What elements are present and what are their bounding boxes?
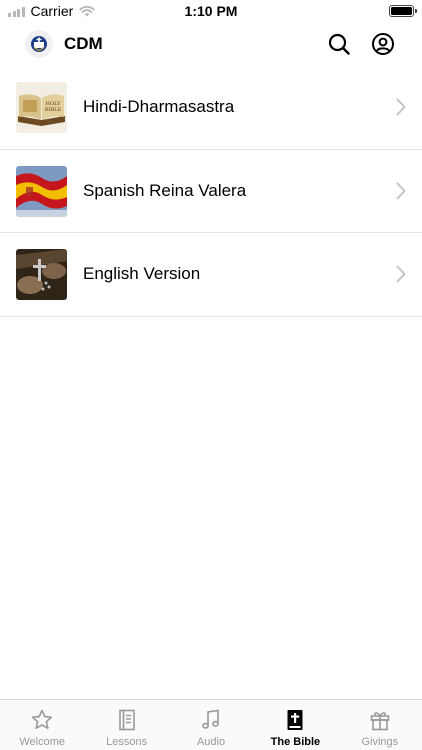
bible-cross-icon [287, 710, 303, 730]
star-icon [32, 709, 53, 729]
book-lessons-icon [118, 709, 135, 731]
app-logo [25, 30, 53, 58]
search-icon[interactable] [327, 32, 351, 56]
account-icon[interactable] [371, 32, 395, 56]
chevron-right-icon [396, 182, 406, 199]
tab-lessons[interactable]: Lessons [84, 700, 168, 750]
status-bar: Carrier 1:10 PM [0, 0, 422, 22]
svg-text:BIBLE: BIBLE [45, 107, 62, 113]
tab-the-bible[interactable]: The Bible [253, 700, 337, 750]
tab-label: Givings [361, 736, 399, 748]
gift-icon [370, 712, 390, 731]
tab-label: Welcome [19, 736, 66, 748]
battery-icon [389, 5, 417, 17]
tab-label: Lessons [106, 736, 148, 748]
list-item-hindi-dharmasastra[interactable]: HOLY BIBLE Hindi-Dharmasastra [0, 66, 422, 150]
tab-givings[interactable]: Givings [338, 700, 422, 750]
list-item-label: Hindi-Dharmasastra [83, 97, 235, 116]
app-header: CDM [0, 22, 422, 66]
holy-bible-thumbnail: HOLY BIBLE [16, 82, 67, 133]
logo-emblem-icon [31, 36, 47, 52]
bible-list: HOLY BIBLE Hindi-Dharmasastra Spanish Re… [0, 66, 422, 317]
music-note-icon [202, 709, 219, 729]
status-time: 1:10 PM [184, 3, 238, 19]
chevron-right-icon [396, 265, 406, 283]
list-item-english-version[interactable]: English Version [0, 233, 422, 317]
chevron-right-icon [396, 98, 406, 116]
spain-flag-thumbnail [16, 165, 67, 217]
tab-audio[interactable]: Audio [169, 700, 253, 750]
list-item-label: English Version [83, 264, 201, 283]
list-item-label: Spanish Reina Valera [83, 180, 247, 200]
rosary-thumbnail [16, 249, 67, 300]
tab-bar: Welcome Lessons Audio The Bible Givings [0, 699, 422, 750]
tab-label: The Bible [270, 736, 321, 748]
list-item-spanish-reina-valera[interactable]: Spanish Reina Valera [0, 150, 422, 233]
app-title: CDM [64, 34, 103, 53]
tab-label: Audio [196, 736, 226, 748]
tab-welcome[interactable]: Welcome [0, 700, 84, 750]
